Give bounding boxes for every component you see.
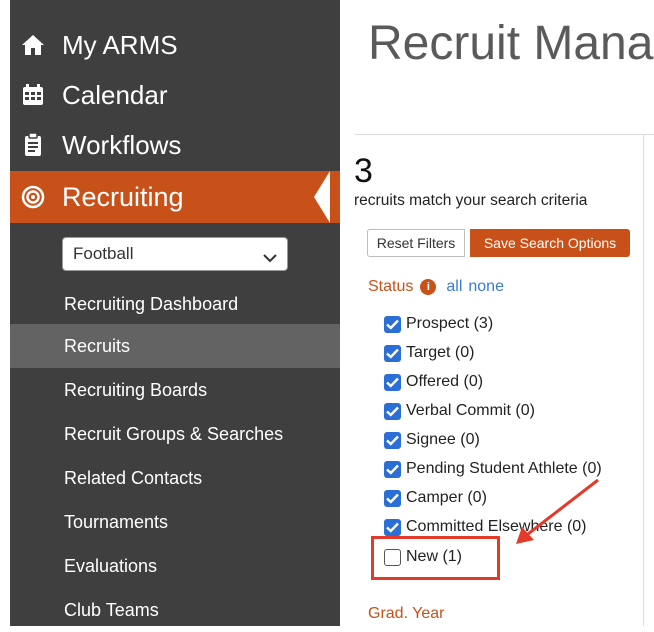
checkbox-checked[interactable] xyxy=(384,344,401,362)
panel-divider-vertical xyxy=(643,134,644,626)
checkbox-checked[interactable] xyxy=(384,460,401,478)
select-all-link[interactable]: all xyxy=(446,278,462,296)
checkmark-icon xyxy=(386,406,399,417)
nav-item-recruiting[interactable]: Recruiting xyxy=(10,171,340,223)
sidebar-item-recruits[interactable]: Recruits xyxy=(10,324,340,368)
checkbox-checked[interactable] xyxy=(384,489,401,507)
checkmark-icon xyxy=(386,377,399,388)
status-option[interactable]: Committed Elsewhere (0) xyxy=(384,516,587,538)
nav-label: Recruiting xyxy=(62,181,184,212)
checkmark-icon xyxy=(386,493,399,504)
sidebar-item-label: Recruiting Boards xyxy=(64,379,208,400)
select-none-link[interactable]: none xyxy=(468,278,504,296)
nav-item-workflows[interactable]: Workflows xyxy=(10,120,340,170)
sidebar-item-label: Related Contacts xyxy=(64,467,203,488)
status-option-label: Prospect (3) xyxy=(406,315,494,332)
reset-filters-button[interactable]: Reset Filters xyxy=(367,229,465,257)
save-search-options-button[interactable]: Save Search Options xyxy=(470,229,630,257)
status-option[interactable]: Camper (0) xyxy=(384,487,487,509)
checkbox-checked[interactable] xyxy=(384,373,401,391)
active-indicator-notch xyxy=(314,171,330,223)
left-margin xyxy=(0,0,10,626)
sidebar-item-recruit-groups-searches[interactable]: Recruit Groups & Searches xyxy=(10,412,340,456)
sidebar-item-label: Tournaments xyxy=(64,511,169,532)
status-option-label: Pending Student Athlete (0) xyxy=(406,460,602,477)
sidebar-item-evaluations[interactable]: Evaluations xyxy=(10,544,340,588)
checkbox-checked[interactable] xyxy=(384,518,401,536)
sidebar-item-label: Club Teams xyxy=(64,599,159,620)
status-option-label: Committed Elsewhere (0) xyxy=(406,518,587,535)
status-option[interactable]: Target (0) xyxy=(384,342,474,364)
sidebar-item-label: Recruiting Dashboard xyxy=(64,293,239,314)
sidebar-item-tournaments[interactable]: Tournaments xyxy=(10,500,340,544)
page-title: Recruit Mana xyxy=(368,17,654,70)
checkmark-icon xyxy=(386,464,399,475)
result-count-label: recruits match your search criteria xyxy=(354,192,588,209)
status-option[interactable]: Prospect (3) xyxy=(384,313,493,335)
home-icon xyxy=(20,32,46,58)
nav-label: Workflows xyxy=(62,129,182,160)
sport-select[interactable]: Football xyxy=(62,237,288,271)
sidebar: My ARMS Calendar Workflows Recruiting Fo… xyxy=(10,0,340,626)
info-icon[interactable]: i xyxy=(420,279,437,295)
checkbox-checked[interactable] xyxy=(384,431,401,449)
status-option-label: Offered (0) xyxy=(406,373,484,390)
nav-label: My ARMS xyxy=(62,29,178,60)
status-option-label: Camper (0) xyxy=(406,489,487,506)
status-filter-header: Status i all none xyxy=(368,278,504,296)
status-option[interactable]: Verbal Commit (0) xyxy=(384,400,535,422)
sidebar-item-related-contacts[interactable]: Related Contacts xyxy=(10,456,340,500)
sport-select-value: Football xyxy=(73,244,134,263)
target-icon xyxy=(20,184,46,210)
result-count: 3 xyxy=(354,152,373,190)
grad-year-label: Grad. Year xyxy=(368,605,445,622)
status-option[interactable]: Offered (0) xyxy=(384,371,483,393)
status-label: Status xyxy=(368,278,414,295)
status-option[interactable]: Signee (0) xyxy=(384,429,480,451)
panel-divider xyxy=(355,134,654,135)
clipboard-icon xyxy=(20,132,46,158)
nav-item-my-arms[interactable]: My ARMS xyxy=(10,20,340,70)
sidebar-item-club-teams[interactable]: Club Teams xyxy=(10,588,340,632)
calendar-icon xyxy=(20,82,46,108)
nav-label: Calendar xyxy=(62,79,168,110)
status-option-label: Signee (0) xyxy=(406,431,480,448)
checkbox-checked[interactable] xyxy=(384,402,401,420)
checkmark-icon xyxy=(386,522,399,533)
checkbox-checked[interactable] xyxy=(384,315,401,333)
nav-item-calendar[interactable]: Calendar xyxy=(10,70,340,120)
annotation-highlight-box xyxy=(371,536,500,580)
sidebar-item-recruiting-boards[interactable]: Recruiting Boards xyxy=(10,368,340,412)
sidebar-item-recruiting-dashboard[interactable]: Recruiting Dashboard xyxy=(10,282,340,326)
sidebar-item-label: Recruit Groups & Searches xyxy=(64,423,284,444)
sidebar-item-label: Recruits xyxy=(64,335,131,356)
status-option-label: Verbal Commit (0) xyxy=(406,402,535,419)
checkmark-icon xyxy=(386,319,399,330)
chevron-down-icon xyxy=(263,248,277,268)
status-option[interactable]: Pending Student Athlete (0) xyxy=(384,458,602,480)
checkmark-icon xyxy=(386,435,399,446)
checkmark-icon xyxy=(386,348,399,359)
status-option-label: Target (0) xyxy=(406,344,475,361)
sidebar-item-label: Evaluations xyxy=(64,555,158,576)
